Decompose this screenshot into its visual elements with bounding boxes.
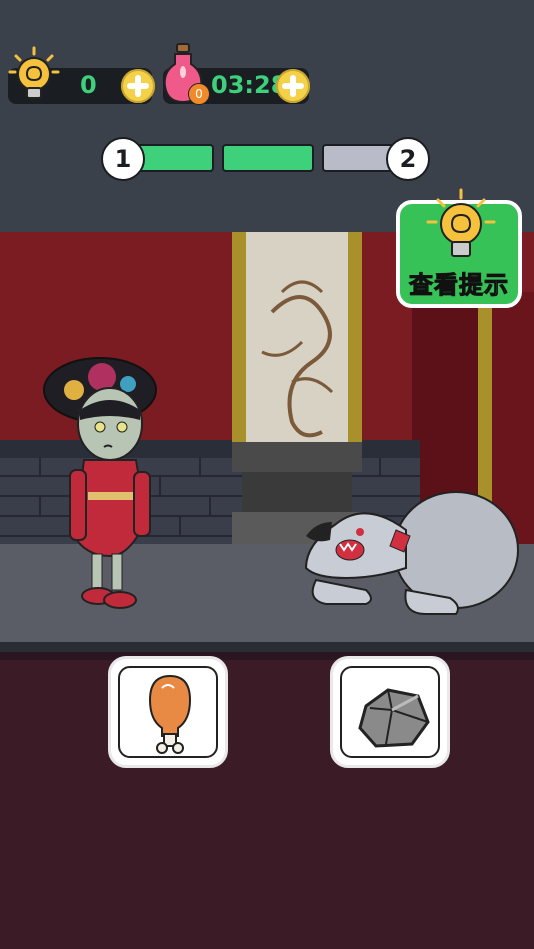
inventory-area xyxy=(0,652,534,949)
drumstick-icon xyxy=(148,674,192,754)
view-hint-button[interactable]: 查看提示 xyxy=(396,188,522,308)
hint-count: 0 xyxy=(80,71,97,99)
potion-badge-count: 0 xyxy=(195,87,203,101)
add-hints-button[interactable] xyxy=(121,69,155,103)
progress-segment-1 xyxy=(134,144,214,172)
item-drumstick-frame xyxy=(118,666,218,758)
item-rock-card[interactable] xyxy=(330,656,450,768)
angry-bulldog xyxy=(304,491,519,615)
floor-edge xyxy=(0,642,534,652)
item-rock-frame xyxy=(340,666,440,758)
rock-icon xyxy=(358,688,430,748)
progress-segment-2 xyxy=(222,144,314,172)
ledge-stripe xyxy=(0,652,534,660)
level-end-marker: 2 xyxy=(386,137,430,181)
add-time-button[interactable] xyxy=(276,69,310,103)
view-hint-label: 查看提示 xyxy=(409,271,509,300)
bulb-brain-icon xyxy=(8,46,60,99)
bulb-brain-icon xyxy=(426,188,496,257)
queen-character xyxy=(43,357,157,609)
potion-badge: 0 xyxy=(188,83,210,105)
level-start-marker: 1 xyxy=(101,137,145,181)
item-drumstick-card[interactable] xyxy=(108,656,228,768)
